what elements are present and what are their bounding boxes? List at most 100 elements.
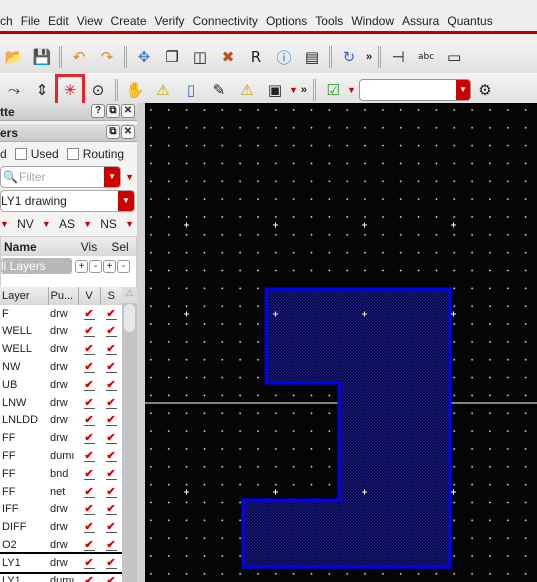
replace-icon[interactable]: R bbox=[245, 45, 267, 69]
visible-checkbox[interactable]: ✔ bbox=[83, 504, 95, 516]
ns-option[interactable]: NS bbox=[100, 217, 117, 231]
selectable-checkbox[interactable]: ✔ bbox=[105, 326, 117, 338]
align-icon[interactable]: ▤ bbox=[301, 45, 323, 69]
sel-all-button[interactable]: + bbox=[103, 259, 116, 273]
scroll-up-arrow[interactable]: △ bbox=[122, 287, 137, 303]
toolbar-combo[interactable]: ▼ bbox=[358, 78, 471, 101]
layer-table-scrollbar[interactable]: △ bbox=[122, 287, 137, 582]
delete-icon[interactable]: ✖ bbox=[217, 45, 239, 69]
selectable-checkbox[interactable]: ✔ bbox=[105, 433, 117, 445]
layer-row[interactable]: LNW drw ✔ ✔ bbox=[0, 394, 122, 412]
selectable-checkbox[interactable]: ✔ bbox=[105, 415, 117, 427]
combo-dropdown[interactable]: ▼ bbox=[455, 79, 470, 100]
instance-icon[interactable]: ▭ bbox=[443, 45, 465, 69]
stop-hand-icon[interactable]: ✋ bbox=[124, 78, 146, 102]
gear-icon[interactable]: ⚙ bbox=[474, 78, 496, 102]
nv-option[interactable]: NV bbox=[17, 217, 34, 231]
selectable-checkbox[interactable]: ✔ bbox=[105, 344, 117, 356]
layer-row[interactable]: FF dumı ✔ ✔ bbox=[0, 447, 122, 465]
selectable-checkbox[interactable]: ✔ bbox=[105, 557, 117, 569]
menu-create[interactable]: Create bbox=[107, 14, 151, 28]
visible-checkbox[interactable]: ✔ bbox=[83, 468, 95, 480]
vis-none-button[interactable]: - bbox=[89, 259, 102, 273]
layout-canvas[interactable] bbox=[145, 103, 537, 582]
layer-row[interactable]: LY1 dumı ✔ ✔ bbox=[0, 572, 122, 582]
visible-checkbox[interactable]: ✔ bbox=[83, 522, 95, 534]
check-dropdown[interactable]: ▼ bbox=[347, 85, 356, 95]
col-purpose[interactable]: Pu... bbox=[47, 287, 78, 305]
selectable-checkbox[interactable]: ✔ bbox=[105, 486, 117, 498]
visible-checkbox[interactable]: ✔ bbox=[83, 308, 95, 320]
dropdown-arrow[interactable]: ▼ bbox=[0, 219, 9, 229]
layer-row[interactable]: FF bnd ✔ ✔ bbox=[0, 465, 122, 483]
visible-checkbox[interactable]: ✔ bbox=[83, 557, 95, 569]
menu-verify[interactable]: Verify bbox=[151, 14, 189, 28]
layer-row[interactable]: FF drw ✔ ✔ bbox=[0, 429, 122, 447]
menu-edit[interactable]: Edit bbox=[44, 14, 73, 28]
selectable-checkbox[interactable]: ✔ bbox=[105, 468, 117, 480]
menu-view[interactable]: View bbox=[73, 14, 107, 28]
menu-window[interactable]: Window bbox=[347, 14, 398, 28]
selectable-checkbox[interactable]: ✔ bbox=[105, 451, 117, 463]
used-checkbox[interactable] bbox=[14, 148, 27, 160]
visible-checkbox[interactable]: ✔ bbox=[83, 362, 95, 374]
menu-ch[interactable]: ch bbox=[0, 14, 17, 28]
layer-row[interactable]: DIFF drw ✔ ✔ bbox=[0, 518, 122, 536]
more-tools-button[interactable]: » bbox=[366, 51, 372, 63]
save-icon[interactable]: 💾 bbox=[31, 45, 53, 69]
dropdown-arrow[interactable]: ▼ bbox=[125, 219, 134, 229]
scroll-thumb[interactable] bbox=[124, 304, 135, 332]
menu-quantus[interactable]: Quantus bbox=[443, 14, 496, 28]
layer-row[interactable]: O2 drw ✔ ✔ bbox=[0, 536, 122, 554]
layer-row[interactable]: WELL drw ✔ ✔ bbox=[0, 323, 122, 341]
col-layer[interactable]: Layer bbox=[0, 287, 48, 305]
selectable-checkbox[interactable]: ✔ bbox=[105, 379, 117, 391]
vis-all-button[interactable]: + bbox=[75, 259, 88, 273]
visible-checkbox[interactable]: ✔ bbox=[83, 540, 95, 552]
as-option[interactable]: AS bbox=[59, 217, 75, 231]
sel-none-button[interactable]: - bbox=[117, 259, 130, 273]
undo-icon[interactable]: ↶ bbox=[68, 45, 90, 69]
select-shapes-icon[interactable]: ⊙ bbox=[87, 78, 109, 102]
selectable-checkbox[interactable]: ✔ bbox=[105, 397, 117, 409]
layer-row[interactable]: LNLDD drw ✔ ✔ bbox=[0, 412, 122, 430]
col-selectable[interactable]: S bbox=[99, 287, 122, 305]
selectable-checkbox[interactable]: ✔ bbox=[106, 575, 117, 582]
create-pin-icon[interactable]: ⊣ bbox=[387, 45, 409, 69]
visible-checkbox[interactable]: ✔ bbox=[83, 433, 95, 445]
dropdown-arrow[interactable]: ▼ bbox=[83, 219, 92, 229]
copy-icon[interactable]: ❐ bbox=[161, 45, 183, 69]
layer-row[interactable]: Fdrw ✔ ✔ bbox=[0, 305, 122, 323]
warning-explosion-icon[interactable]: ⚠ bbox=[236, 78, 258, 102]
col-visible[interactable]: V bbox=[77, 287, 100, 305]
selectable-checkbox[interactable]: ✔ bbox=[105, 308, 117, 320]
layer-dropdown[interactable]: ▼ bbox=[118, 191, 134, 211]
dropdown-arrow[interactable]: ▼ bbox=[42, 219, 51, 229]
visible-checkbox[interactable]: ✔ bbox=[83, 486, 95, 498]
filter-dropdown[interactable]: ▼ bbox=[104, 167, 120, 187]
routing-checkbox[interactable] bbox=[66, 148, 79, 160]
visible-checkbox[interactable]: ✔ bbox=[83, 379, 95, 391]
open-folder-icon[interactable]: 📂 bbox=[3, 45, 25, 69]
menu-assura[interactable]: Assura bbox=[398, 14, 443, 28]
visible-checkbox[interactable]: ✔ bbox=[83, 415, 95, 427]
redo-icon[interactable]: ↷ bbox=[96, 45, 118, 69]
selectable-checkbox[interactable]: ✔ bbox=[105, 504, 117, 516]
chip-check-icon[interactable]: ☑ bbox=[322, 78, 344, 102]
visible-checkbox[interactable]: ✔ bbox=[83, 397, 95, 409]
layer-row[interactable]: WELL drw ✔ ✔ bbox=[0, 340, 122, 358]
more-tools-button[interactable]: » bbox=[301, 84, 307, 96]
layer-row[interactable]: IFF drw ✔ ✔ bbox=[0, 501, 122, 519]
stretch-icon[interactable]: ◫ bbox=[189, 45, 211, 69]
visible-checkbox[interactable]: ✔ bbox=[83, 344, 95, 356]
shape-tools-icon[interactable]: ▣ bbox=[264, 78, 286, 102]
float-button[interactable]: ⧉ bbox=[106, 104, 120, 118]
layer-stack-icon[interactable]: ⇕ bbox=[31, 78, 53, 102]
rotate-icon[interactable]: ↻ bbox=[338, 45, 360, 69]
edit-layers-icon[interactable]: ✎ bbox=[208, 78, 230, 102]
selectable-checkbox[interactable]: ✔ bbox=[105, 362, 117, 374]
close-button[interactable]: ✕ bbox=[121, 125, 135, 139]
menu-file[interactable]: File bbox=[17, 14, 44, 28]
info-icon[interactable]: ⓘ bbox=[273, 45, 295, 69]
filter-menu-arrow[interactable]: ▼ bbox=[125, 172, 134, 182]
